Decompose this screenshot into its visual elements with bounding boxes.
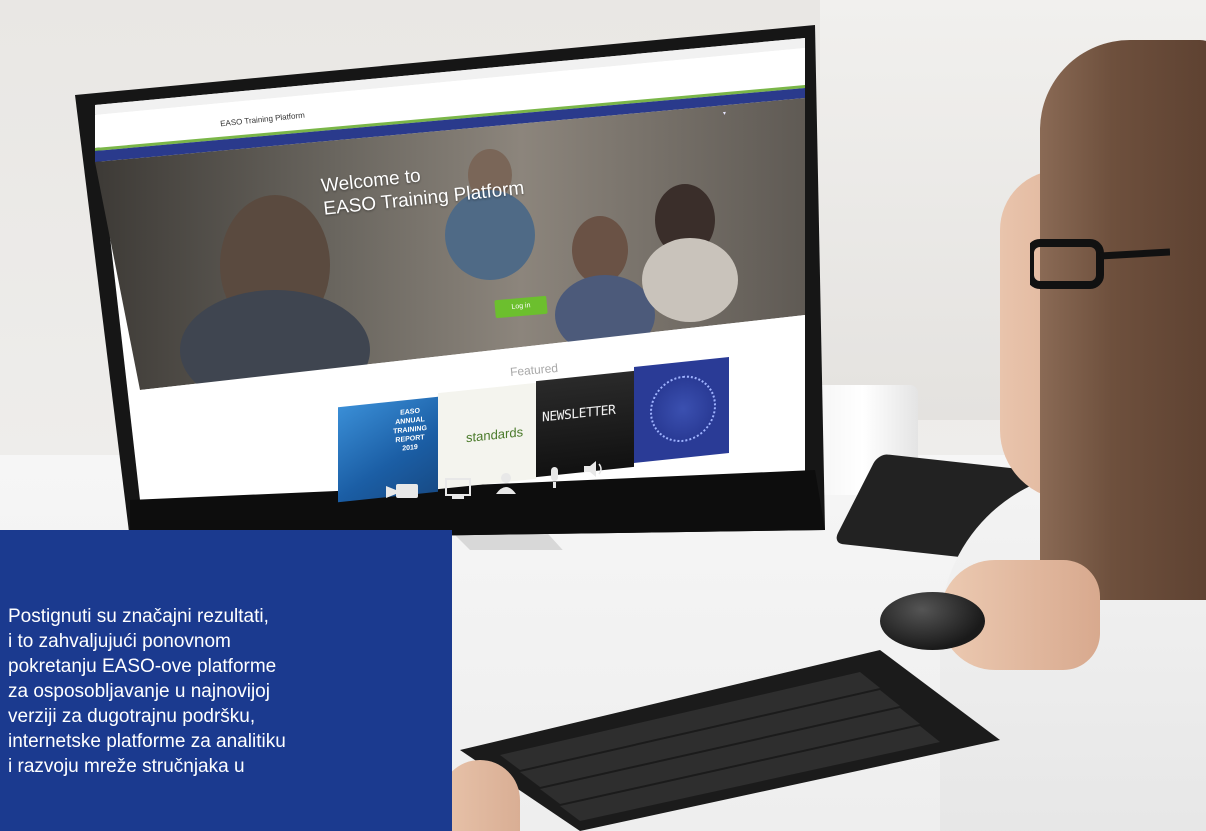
taskbar-icons bbox=[386, 461, 602, 499]
microphone-icon[interactable] bbox=[551, 467, 558, 488]
photo-scene: EASO Training Platform ▾ Welcome to EASO… bbox=[0, 0, 1206, 831]
computer-monitor: EASO Training Platform ▾ Welcome to EASO… bbox=[70, 10, 830, 550]
eyeglasses-icon bbox=[1030, 239, 1170, 289]
left-hand bbox=[440, 760, 520, 831]
computer-mouse bbox=[880, 592, 985, 650]
person-icon[interactable] bbox=[496, 473, 516, 494]
speaker-icon[interactable] bbox=[584, 461, 602, 477]
keyboard bbox=[460, 650, 1000, 831]
video-camera-icon[interactable] bbox=[386, 484, 418, 498]
person-hair bbox=[1040, 40, 1206, 600]
caption-text: Postignuti su značajni rezultati, i to z… bbox=[8, 606, 286, 777]
caption-panel: Postignuti su značajni rezultati, i to z… bbox=[0, 530, 452, 831]
monitor-icon[interactable] bbox=[445, 478, 471, 499]
